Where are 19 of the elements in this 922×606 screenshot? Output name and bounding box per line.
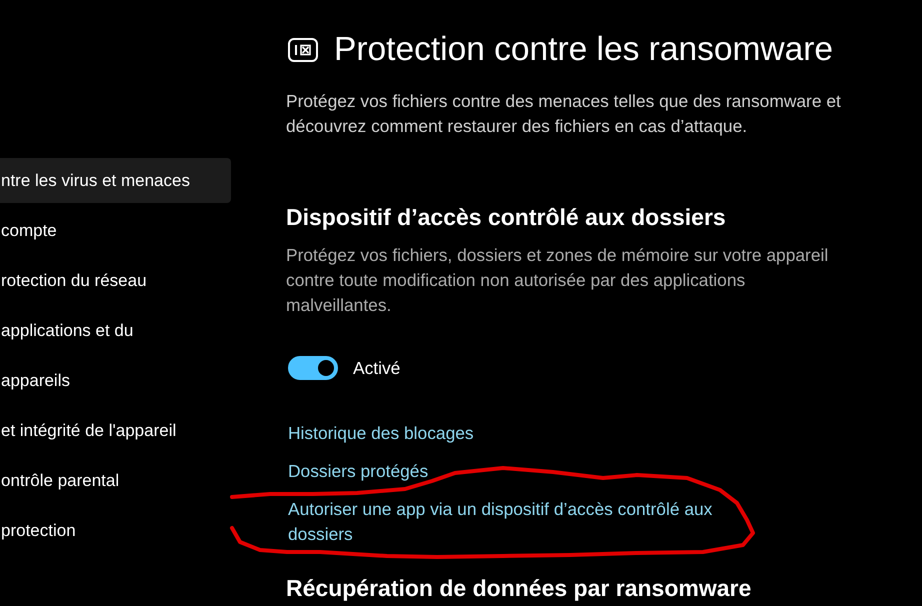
safe-icon: [288, 38, 318, 62]
sidebar-item[interactable]: compte: [0, 208, 231, 253]
sidebar-item[interactable]: applications et du: [0, 308, 231, 353]
link[interactable]: Historique des blocages: [288, 421, 474, 446]
toggle-label: Activé: [353, 357, 400, 380]
sidebar-item[interactable]: rotection du réseau: [0, 258, 231, 303]
link[interactable]: Dossiers protégés: [288, 459, 428, 484]
sidebar-item[interactable]: ntre les virus et menaces: [0, 158, 231, 203]
page-title: Protection contre les ransomware: [334, 31, 833, 69]
link[interactable]: Autoriser une app via un dispositif d’accès contrôlé aux dossiers: [288, 497, 738, 547]
sidebar-item[interactable]: appareils: [0, 358, 231, 403]
section-heading: Dispositif d’accès contrôlé aux dossiers: [286, 203, 726, 231]
sidebar-item[interactable]: protection: [0, 508, 231, 553]
sidebar-item[interactable]: ontrôle parental: [0, 458, 231, 503]
sidebar-item[interactable]: et intégrité de l'appareil: [0, 408, 231, 453]
section-description: Protégez vos fichiers, dossiers et zones de mémoire sur votre appareil contre toute modification non autorisée par des applications malveillantes.: [286, 244, 830, 317]
page-description: Protégez vos fichiers contre des menaces telles que des ransomware et découvrez comment restaurer des fichiers en cas d’attaque.: [286, 90, 842, 138]
toggle-switch[interactable]: [288, 356, 338, 380]
section-heading: Récupération de données par ransomware: [286, 574, 752, 602]
